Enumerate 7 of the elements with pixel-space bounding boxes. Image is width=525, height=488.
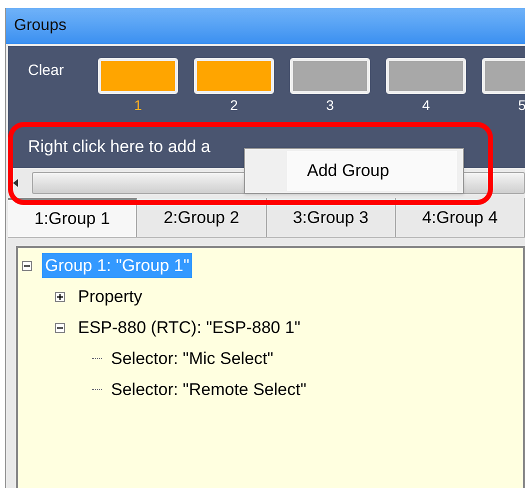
group-number: 5 (518, 96, 525, 115)
group-number: 1 (134, 96, 142, 115)
hint-text: Right click here to add a (28, 136, 212, 158)
window-title: Groups (6, 8, 525, 44)
group-number: 2 (230, 96, 238, 115)
group-number: 4 (422, 96, 430, 115)
group-number: 3 (326, 96, 334, 115)
